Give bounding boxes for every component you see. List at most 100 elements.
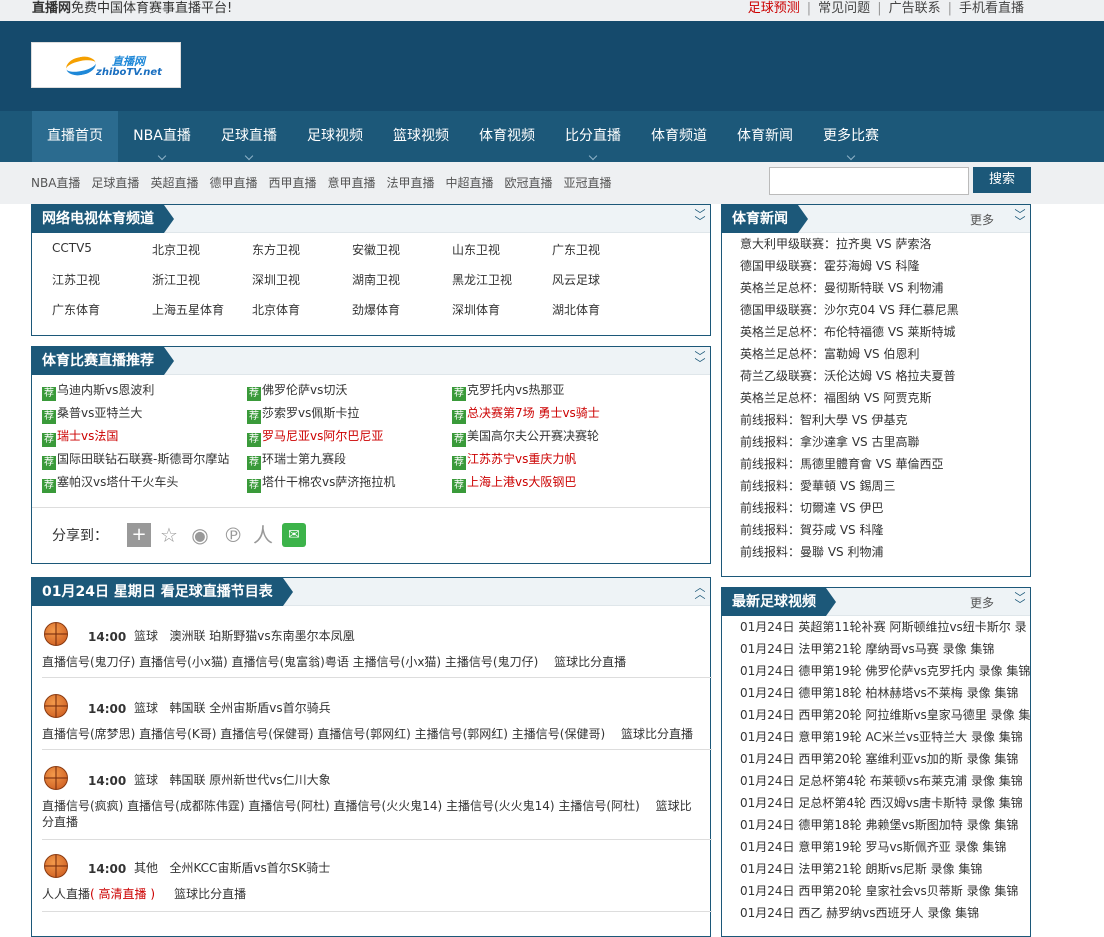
recommend-item[interactable]: 荐塞帕汉vs塔什干火车头	[42, 473, 178, 493]
collapse-chevron-icon[interactable]: ﹀ ﹀	[694, 351, 706, 369]
recommend-item[interactable]: 荐塔什干棉农vs萨济拖拉机	[247, 473, 395, 493]
subnav-ucl[interactable]: 欧冠直播	[505, 176, 553, 190]
top-link-mobile[interactable]: 手机看直播	[959, 1, 1024, 16]
subnav-ligue1[interactable]: 法甲直播	[387, 176, 435, 190]
nav-sports-news[interactable]: 体育新闻	[722, 111, 808, 162]
channel-link[interactable]: 浙江卫视	[152, 271, 200, 288]
recommend-item[interactable]: 荐国际田联钻石联赛-斯德哥尔摩站	[42, 450, 229, 470]
recommend-item[interactable]: 荐莎索罗vs佩斯卡拉	[247, 404, 359, 424]
nav-score-live[interactable]: 比分直播	[550, 111, 636, 162]
subnav-bundesliga[interactable]: 德甲直播	[209, 176, 257, 190]
channel-link[interactable]: 湖北体育	[552, 301, 600, 318]
more-link[interactable]: 更多	[970, 211, 994, 228]
recommend-item[interactable]: 荐佛罗伦萨vs切沃	[247, 381, 347, 401]
news-item[interactable]: 英格兰足总杯：布伦特福德 VS 莱斯特城	[740, 323, 955, 340]
channel-link[interactable]: 北京体育	[252, 301, 300, 318]
channel-link[interactable]: 湖南卫视	[352, 271, 400, 288]
subnav-nba[interactable]: NBA直播	[31, 176, 80, 190]
more-link[interactable]: 更多	[970, 594, 994, 611]
news-item[interactable]: 前线报料：曼聯 VS 利物浦	[740, 543, 883, 560]
news-item[interactable]: 意大利甲级联赛：拉齐奥 VS 萨索洛	[740, 235, 931, 252]
channel-link[interactable]: 黑龙江卫视	[452, 271, 512, 288]
game-signals[interactable]: 人人直播( 高清直播 ) 篮球比分直播	[42, 886, 702, 902]
share-weibo-icon[interactable]: ◉	[188, 523, 212, 547]
video-item[interactable]: 01月24日 足总杯第4轮 布莱顿vs布莱克浦 录像 集锦	[740, 772, 1023, 789]
video-item[interactable]: 01月24日 足总杯第4轮 西汉姆vs唐卡斯特 录像 集锦	[740, 794, 1023, 811]
news-item[interactable]: 德国甲级联赛：沙尔克04 VS 拜仁慕尼黑	[740, 301, 959, 318]
news-item[interactable]: 前线报料：愛華頓 VS 錫周三	[740, 477, 895, 494]
video-item[interactable]: 01月24日 英超第11轮补赛 阿斯顿维拉vs纽卡斯尔 录	[740, 618, 1027, 635]
share-star-icon[interactable]: ☆	[157, 523, 181, 547]
share-plus-icon[interactable]: +	[127, 523, 151, 547]
recommend-item[interactable]: 荐克罗托内vs热那亚	[452, 381, 564, 401]
subnav-csl[interactable]: 中超直播	[446, 176, 494, 190]
video-item[interactable]: 01月24日 德甲第18轮 柏林赫塔vs不莱梅 录像 集锦	[740, 684, 1018, 701]
channel-link[interactable]: CCTV5	[52, 241, 92, 255]
share-renren-icon[interactable]: 人	[251, 523, 275, 547]
recommend-item[interactable]: 荐乌迪内斯vs恩波利	[42, 381, 154, 401]
channel-link[interactable]: 风云足球	[552, 271, 600, 288]
share-wechat-icon[interactable]: ✉	[282, 523, 306, 547]
video-item[interactable]: 01月24日 西甲第20轮 皇家社会vs贝蒂斯 录像 集锦	[740, 882, 1018, 899]
recommend-item[interactable]: 荐总决赛第7场 勇士vs骑士	[452, 404, 600, 424]
recommend-item[interactable]: 荐上海上港vs大阪钢巴	[452, 473, 576, 493]
search-input[interactable]	[769, 167, 969, 195]
recommend-item[interactable]: 荐桑普vs亚特兰大	[42, 404, 142, 424]
subnav-epl[interactable]: 英超直播	[150, 176, 198, 190]
game-signals[interactable]: 直播信号(鬼刀仔) 直播信号(小x猫) 直播信号(鬼富翁)粤语 主播信号(小x猫…	[42, 654, 702, 670]
top-link-ads[interactable]: 广告联系	[889, 1, 941, 16]
subnav-football[interactable]: 足球直播	[91, 176, 139, 190]
game-signals[interactable]: 直播信号(席梦思) 直播信号(K哥) 直播信号(保健哥) 直播信号(郭网红) 主…	[42, 726, 702, 742]
channel-link[interactable]: 广东卫视	[552, 241, 600, 258]
channel-link[interactable]: 江苏卫视	[52, 271, 100, 288]
collapse-chevron-icon[interactable]: ﹀ ﹀	[1014, 209, 1026, 227]
nav-home[interactable]: 直播首页	[32, 111, 118, 162]
top-link-prediction[interactable]: 足球预测	[748, 1, 800, 16]
search-button[interactable]: 搜索	[973, 167, 1031, 193]
channel-link[interactable]: 深圳体育	[452, 301, 500, 318]
nav-sports-video[interactable]: 体育视频	[464, 111, 550, 162]
recommend-item[interactable]: 荐罗马尼亚vs阿尔巴尼亚	[247, 427, 383, 447]
news-item[interactable]: 前线报料：馬德里體育會 VS 華倫西亞	[740, 455, 943, 472]
subnav-acl[interactable]: 亚冠直播	[564, 176, 612, 190]
subnav-seriea[interactable]: 意甲直播	[327, 176, 375, 190]
game-signals[interactable]: 直播信号(疯疯) 直播信号(成都陈伟霆) 直播信号(阿杜) 直播信号(火火鬼14…	[42, 798, 702, 830]
recommend-item[interactable]: 荐江苏苏宁vs重庆力帆	[452, 450, 576, 470]
recommend-item[interactable]: 荐美国高尔夫公开赛决赛轮	[452, 427, 599, 447]
top-link-faq[interactable]: 常见问题	[818, 1, 870, 16]
news-item[interactable]: 前线报料：賀芬咸 VS 科隆	[740, 521, 883, 538]
nav-sports-channel[interactable]: 体育频道	[636, 111, 722, 162]
nav-nba[interactable]: NBA直播	[118, 111, 206, 162]
video-item[interactable]: 01月24日 西甲第20轮 阿拉维斯vs皇家马德里 录像 集	[740, 706, 1030, 723]
news-item[interactable]: 英格兰足总杯：富勒姆 VS 伯恩利	[740, 345, 919, 362]
channel-link[interactable]: 劲爆体育	[352, 301, 400, 318]
news-item[interactable]: 德国甲级联赛：霍芬海姆 VS 科隆	[740, 257, 919, 274]
news-item[interactable]: 英格兰足总杯：福图纳 VS 阿贾克斯	[740, 389, 931, 406]
subnav-laliga[interactable]: 西甲直播	[268, 176, 316, 190]
video-item[interactable]: 01月24日 西甲第20轮 塞维利亚vs加的斯 录像 集锦	[740, 750, 1018, 767]
video-item[interactable]: 01月24日 德甲第18轮 弗赖堡vs斯图加特 录像 集锦	[740, 816, 1018, 833]
video-item[interactable]: 01月24日 意甲第19轮 罗马vs斯佩齐亚 录像 集锦	[740, 838, 1006, 855]
news-item[interactable]: 英格兰足总杯：曼彻斯特联 VS 利物浦	[740, 279, 943, 296]
collapse-chevron-icon[interactable]: ﹀ ﹀	[694, 209, 706, 227]
channel-link[interactable]: 山东卫视	[452, 241, 500, 258]
channel-link[interactable]: 广东体育	[52, 301, 100, 318]
video-item[interactable]: 01月24日 意甲第19轮 AC米兰vs亚特兰大 录像 集锦	[740, 728, 1023, 745]
nav-more-games[interactable]: 更多比赛	[808, 111, 894, 162]
channel-link[interactable]: 深圳卫视	[252, 271, 300, 288]
recommend-item[interactable]: 荐环瑞士第九赛段	[247, 450, 346, 470]
channel-link[interactable]: 安徽卫视	[352, 241, 400, 258]
video-item[interactable]: 01月24日 德甲第19轮 佛罗伦萨vs克罗托内 录像 集锦	[740, 662, 1030, 679]
channel-link[interactable]: 上海五星体育	[152, 301, 224, 318]
share-pinterest-icon[interactable]: ℗	[221, 523, 245, 547]
expand-chevron-icon[interactable]: ︿ ︿	[694, 582, 706, 600]
site-logo[interactable]: 直播网 zhiboTV.net	[31, 42, 181, 88]
channel-link[interactable]: 北京卫视	[152, 241, 200, 258]
recommend-item[interactable]: 荐瑞士vs法国	[42, 427, 118, 447]
nav-football-live[interactable]: 足球直播	[206, 111, 292, 162]
nav-basketball-video[interactable]: 篮球视频	[378, 111, 464, 162]
video-item[interactable]: 01月24日 西乙 赫罗纳vs西班牙人 录像 集锦	[740, 904, 979, 921]
news-item[interactable]: 荷兰乙级联赛：沃伦达姆 VS 格拉夫夏普	[740, 367, 955, 384]
channel-link[interactable]: 东方卫视	[252, 241, 300, 258]
news-item[interactable]: 前线报料：拿沙達拿 VS 古里高聯	[740, 433, 919, 450]
